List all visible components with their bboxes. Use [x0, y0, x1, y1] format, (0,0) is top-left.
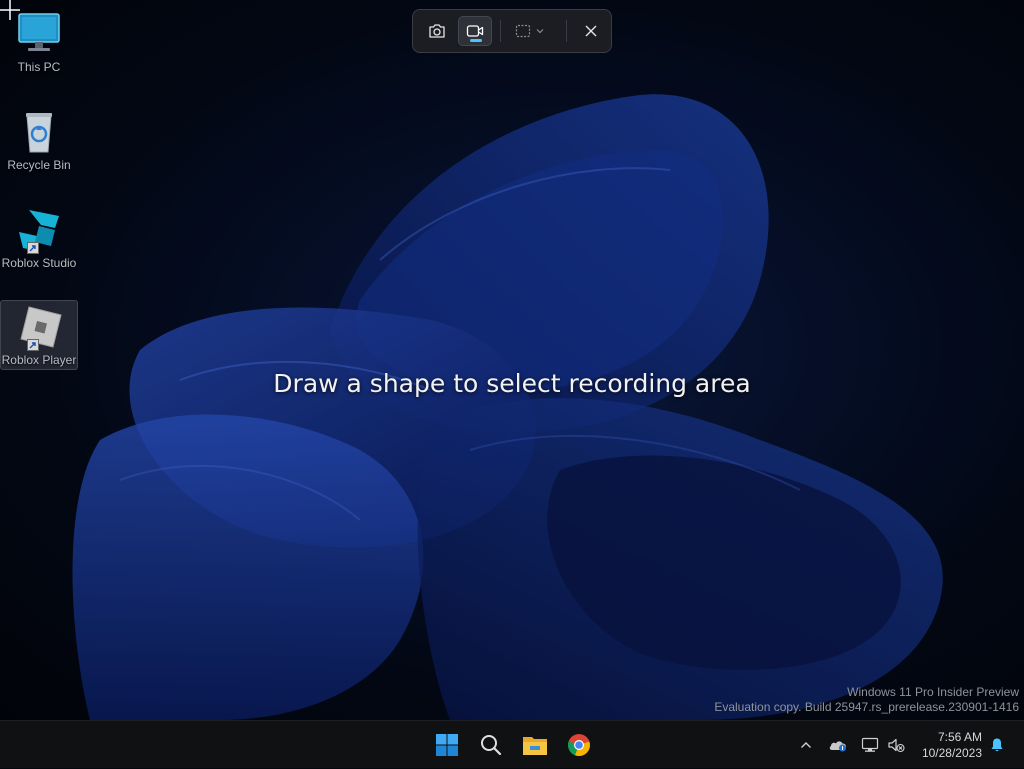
roblox-player-icon [15, 303, 63, 351]
desktop-icon-label: Roblox Studio [1, 256, 77, 270]
chrome-icon [568, 734, 591, 757]
desktop-icon-roblox-studio[interactable]: Roblox Studio [0, 204, 78, 274]
desktop[interactable]: This PC Recycle Bin Roblox Studio Roblox… [0, 0, 1024, 720]
windows-start-icon [436, 734, 458, 756]
video-camera-icon [466, 25, 484, 37]
file-explorer-icon [523, 737, 547, 755]
notification-bell-icon [991, 738, 1003, 752]
onedrive-icon [829, 741, 846, 752]
show-hidden-icons-button[interactable] [795, 721, 817, 769]
close-icon [585, 25, 597, 37]
toolbar-divider [500, 20, 501, 42]
network-tray-button[interactable] [858, 721, 882, 769]
recycle-bin-icon [15, 108, 63, 156]
volume-muted-icon [888, 738, 905, 753]
desktop-icon-label: Recycle Bin [7, 158, 71, 172]
clock-time: 7:56 AM [937, 730, 982, 744]
desktop-icon-roblox-player[interactable]: Roblox Player [0, 300, 78, 370]
clock-date: 10/28/2023 [921, 746, 982, 760]
taskbar: 7:56 AM 10/28/2023 [0, 720, 1024, 768]
rectangle-selection-icon [515, 24, 531, 38]
selection-shape-dropdown[interactable] [510, 16, 550, 46]
screenshot-mode-button[interactable] [420, 16, 454, 46]
watermark-build: Evaluation copy. Build 25947.rs_prerelea… [714, 700, 1019, 714]
chevron-up-icon [801, 742, 811, 748]
taskbar-clock[interactable]: 7:56 AM 10/28/2023 [922, 729, 982, 761]
record-mode-button[interactable] [458, 16, 492, 46]
desktop-icon-recycle-bin[interactable]: Recycle Bin [0, 106, 78, 176]
notification-center-button[interactable] [986, 721, 1008, 769]
shortcut-arrow-icon [27, 339, 39, 351]
volume-tray-button[interactable] [884, 721, 908, 769]
network-icon [861, 737, 879, 752]
onedrive-tray-button[interactable] [826, 721, 850, 769]
roblox-studio-icon [15, 206, 63, 254]
crosshair-cursor-icon [0, 0, 20, 20]
chevron-down-icon [536, 29, 544, 34]
watermark-edition: Windows 11 Pro Insider Preview [847, 685, 1019, 699]
windows-watermark: Windows 11 Pro Insider Preview Evaluatio… [714, 685, 1019, 715]
start-button[interactable] [429, 727, 465, 763]
close-button[interactable] [574, 16, 608, 46]
capture-toolbar [412, 9, 612, 53]
wallpaper-bloom [72, 94, 943, 720]
camera-icon [429, 24, 445, 38]
shortcut-arrow-icon [27, 242, 39, 254]
chrome-button[interactable] [561, 727, 597, 763]
capture-instruction: Draw a shape to select recording area [273, 369, 751, 398]
toolbar-divider [566, 20, 567, 42]
desktop-icon-label: This PC [17, 60, 61, 74]
desktop-icon-label: Roblox Player [1, 353, 77, 367]
taskbar-search-button[interactable] [473, 727, 509, 763]
active-mode-indicator [470, 39, 482, 42]
file-explorer-button[interactable] [517, 727, 553, 763]
search-icon [481, 735, 502, 756]
